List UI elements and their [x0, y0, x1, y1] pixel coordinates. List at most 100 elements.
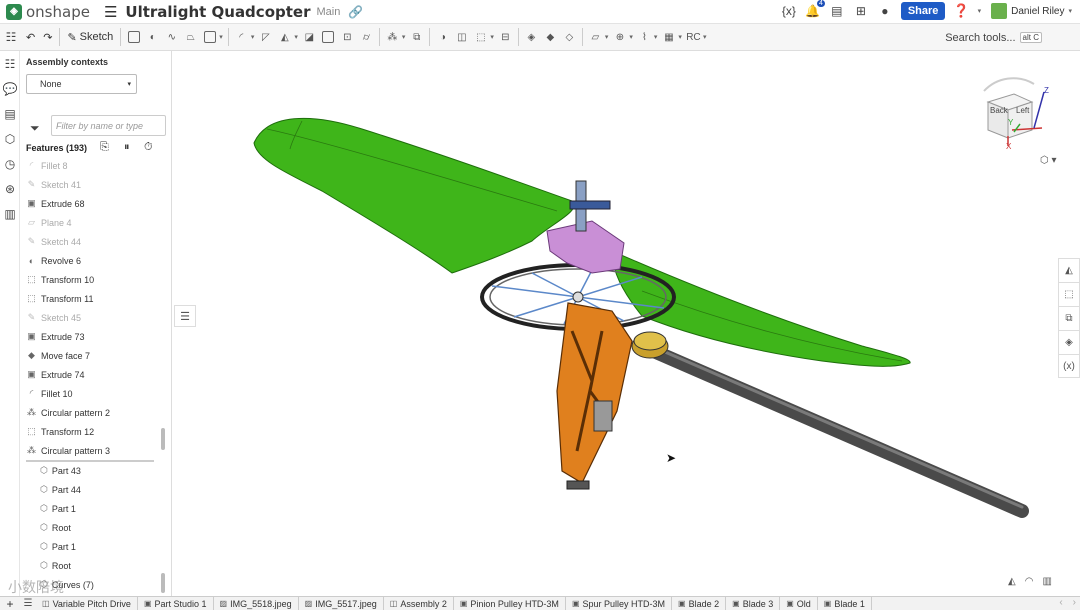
view-options-icon[interactable]: ⬡ ▾ — [1040, 155, 1057, 166]
document-tab[interactable]: ▣ Blade 1 — [818, 596, 872, 610]
cylinder-tool-icon[interactable]: ⌭ — [358, 29, 375, 46]
document-icon[interactable]: ▤ — [829, 3, 845, 19]
document-title[interactable]: Ultralight Quadcopter — [125, 3, 310, 21]
variables-panel-icon[interactable]: (x) — [1058, 354, 1080, 378]
document-tab[interactable]: ▨ IMG_5518.jpeg — [214, 596, 299, 610]
helix-tool-icon[interactable]: ⌇ — [636, 29, 653, 46]
learning-icon[interactable]: ● — [877, 3, 893, 19]
rc-tool-icon[interactable]: RC — [685, 29, 702, 46]
feature-item[interactable]: ⬚ Transform 10 — [26, 270, 160, 289]
sweep-tool-icon[interactable]: ∿ — [163, 29, 180, 46]
search-rail-icon[interactable]: ⊛ — [0, 176, 20, 201]
document-tab[interactable]: ▣ Spur Pulley HTD-3M — [566, 596, 673, 610]
document-tab[interactable]: ▣ Blade 3 — [726, 596, 781, 610]
loft-tool-icon[interactable]: ⏢ — [182, 29, 199, 46]
help-icon[interactable]: ❓ — [953, 3, 969, 19]
feature-item[interactable]: ◜ Fillet 8 — [26, 156, 160, 175]
display-states-icon[interactable]: ⬚ — [1058, 282, 1080, 306]
mass-properties-icon[interactable]: ⧉ — [1058, 306, 1080, 330]
replace-face-tool-icon[interactable]: ◇ — [561, 29, 578, 46]
filter-icon[interactable]: ⏷ — [30, 121, 40, 136]
rollback-icon[interactable]: ⎘ — [100, 141, 109, 154]
pattern-tool-icon[interactable]: ⁂ — [384, 29, 401, 46]
mate-connector-tool-icon[interactable]: ⊕ — [611, 29, 628, 46]
feature-item[interactable]: ◆ Move face 7 — [26, 346, 160, 365]
part-item[interactable]: ⬡ Part 1 — [40, 499, 160, 518]
features-rail-icon[interactable]: ☷ — [0, 51, 20, 76]
document-tab[interactable]: ▣ Blade 2 — [672, 596, 727, 610]
help-caret-icon[interactable]: ▾ — [978, 7, 982, 15]
pause-icon[interactable]: ⏸ — [124, 141, 130, 154]
document-tab[interactable]: ▨ IMG_5517.jpeg — [299, 596, 384, 610]
tab-scroll-left-icon[interactable]: ‹ — [1059, 597, 1062, 608]
timer-icon[interactable]: ⏱ — [144, 141, 153, 154]
part-item[interactable]: ⬡ Part 43 — [40, 461, 160, 480]
appearance-panel-icon[interactable]: ◭ — [1058, 258, 1080, 282]
link-icon[interactable]: 🔗 — [348, 5, 363, 19]
revolve-tool-icon[interactable]: ◐ — [144, 29, 161, 46]
view-cube[interactable]: Back Left X Y Z — [964, 66, 1054, 156]
transform-tool-icon[interactable]: ⬚ — [472, 29, 489, 46]
feature-item[interactable]: ◐ Revolve 6 — [26, 251, 160, 270]
feature-item[interactable]: ⁂ Circular pattern 2 — [26, 403, 160, 422]
tab-list-icon[interactable]: ☰ — [20, 598, 36, 609]
app-store-icon[interactable]: ⊞ — [853, 3, 869, 19]
hole-tool-icon[interactable]: ⊡ — [339, 29, 356, 46]
named-views-icon[interactable]: ◠ — [1025, 576, 1034, 587]
section-view-icon[interactable]: ◈ — [1058, 330, 1080, 354]
history-rail-icon[interactable]: ◷ — [0, 151, 20, 176]
extrude-tool-icon[interactable] — [125, 29, 142, 46]
explode-icon[interactable]: ▥ — [1042, 576, 1051, 587]
modify-fillet-tool-icon[interactable]: ◈ — [523, 29, 540, 46]
document-tab[interactable]: ◫ Variable Pitch Drive — [36, 596, 138, 610]
assembly-context-select[interactable]: None ▾ — [26, 74, 137, 94]
variables-icon[interactable]: {x} — [781, 3, 797, 19]
parts-rail-icon[interactable]: ⬡ — [0, 126, 20, 151]
feature-item[interactable]: ▣ Extrude 68 — [26, 194, 160, 213]
sketch-button[interactable]: ✎ Sketch — [63, 27, 117, 47]
part-item[interactable]: ⬡ Root — [40, 518, 160, 537]
feature-item[interactable]: ⬚ Transform 12 — [26, 422, 160, 441]
feature-item[interactable]: ⬚ Transform 11 — [26, 289, 160, 308]
undo-button[interactable]: ↶ — [22, 27, 39, 47]
parts-list-scrollbar[interactable] — [161, 573, 165, 593]
boolean-tool-icon[interactable]: ◑ — [434, 29, 451, 46]
properties-rail-icon[interactable]: ▤ — [0, 101, 20, 126]
thicken-tool-icon[interactable] — [201, 29, 218, 46]
menu-icon[interactable]: ☰ — [104, 3, 117, 21]
plane-tool-icon[interactable]: ▱ — [587, 29, 604, 46]
redo-button[interactable]: ↷ — [39, 27, 56, 47]
feature-item[interactable]: ⁂ Circular pattern 3 — [26, 441, 160, 460]
feature-item[interactable]: ▱ Plane 4 — [26, 213, 160, 232]
feature-item[interactable]: ◜ Fillet 10 — [26, 384, 160, 403]
shell-tool-icon[interactable] — [320, 29, 337, 46]
feature-item[interactable]: ▣ Extrude 74 — [26, 365, 160, 384]
rib-tool-icon[interactable]: ◪ — [301, 29, 318, 46]
graphics-viewport[interactable] — [172, 51, 1080, 596]
chamfer-tool-icon[interactable]: ◸ — [257, 29, 274, 46]
measure-icon[interactable]: ◭ — [1008, 576, 1016, 587]
document-tab[interactable]: ▣ Old — [780, 596, 818, 610]
fillet-tool-icon[interactable]: ◜ — [233, 29, 250, 46]
comments-rail-icon[interactable]: 💬 — [0, 76, 20, 101]
move-face-tool-icon[interactable]: ◆ — [542, 29, 559, 46]
panel-toggle-button[interactable]: ☰ — [174, 305, 196, 327]
search-tools[interactable]: Search tools... alt C — [945, 28, 1042, 47]
notifications-icon[interactable]: 🔔 4 — [805, 0, 825, 19]
feature-item[interactable]: ✎ Sketch 44 — [26, 232, 160, 251]
mirror-tool-icon[interactable]: ⧉ — [408, 29, 425, 46]
part-item[interactable]: ⬡ Part 44 — [40, 480, 160, 499]
add-tab-button[interactable]: + — [0, 597, 20, 610]
onshape-logo[interactable]: ◈ onshape — [6, 3, 90, 21]
delete-part-tool-icon[interactable]: ⊟ — [497, 29, 514, 46]
bom-rail-icon[interactable]: ▥ — [0, 201, 20, 226]
feature-list-toggle-icon[interactable]: ☷ — [0, 24, 22, 51]
feature-item[interactable]: ✎ Sketch 41 — [26, 175, 160, 194]
feature-item[interactable]: ✎ Sketch 45 — [26, 308, 160, 327]
part-item[interactable]: ⬡ Root — [40, 556, 160, 575]
feature-list-scrollbar[interactable] — [161, 428, 165, 450]
document-tab[interactable]: ▣ Pinion Pulley HTD-3M — [454, 596, 566, 610]
document-tab[interactable]: ▣ Part Studio 1 — [138, 596, 214, 610]
part-item[interactable]: ⬡ Part 1 — [40, 537, 160, 556]
user-menu[interactable]: Daniel Riley ▾ — [991, 3, 1074, 19]
